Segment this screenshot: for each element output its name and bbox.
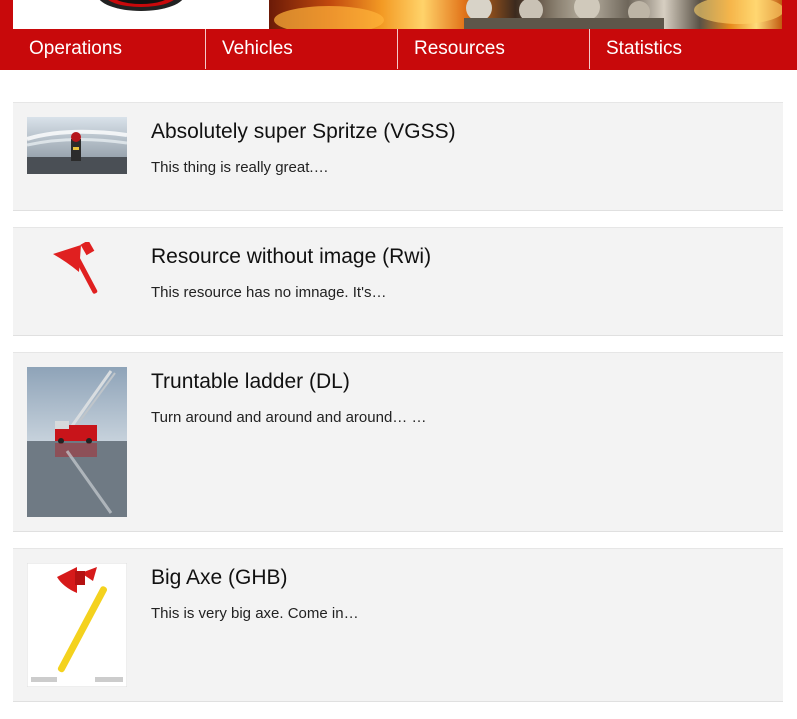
- resource-card[interactable]: Big Axe (GHB) This is very big axe. Come…: [13, 548, 783, 702]
- resource-title[interactable]: Big Axe (GHB): [151, 566, 288, 590]
- resource-title[interactable]: Absolutely super Spritze (VGSS): [151, 120, 456, 144]
- resource-description: Turn around and around and around… …: [151, 409, 427, 426]
- resource-title[interactable]: Resource without image (Rwi): [151, 245, 431, 269]
- resource-description: This resource has no imnage. It's…: [151, 284, 387, 301]
- main-nav: Operations Vehicles Resources Statistics: [13, 29, 782, 69]
- resource-title[interactable]: Truntable ladder (DL): [151, 370, 350, 394]
- resource-card[interactable]: Truntable ladder (DL) Turn around and ar…: [13, 352, 783, 532]
- resource-card[interactable]: Absolutely super Spritze (VGSS) This thi…: [13, 102, 783, 211]
- nav-item-operations[interactable]: Operations: [13, 29, 204, 69]
- resource-thumbnail[interactable]: [27, 563, 127, 687]
- nav-item-statistics[interactable]: Statistics: [590, 29, 781, 69]
- resource-thumbnail[interactable]: [27, 117, 127, 174]
- header-banner-image: [269, 0, 782, 29]
- resource-card[interactable]: Resource without image (Rwi) This resour…: [13, 227, 783, 336]
- site-header: Operations Vehicles Resources Statistics: [0, 0, 797, 70]
- site-logo[interactable]: [13, 0, 269, 29]
- nav-item-resources[interactable]: Resources: [398, 29, 589, 69]
- nav-item-vehicles[interactable]: Vehicles: [206, 29, 397, 69]
- resource-thumbnail[interactable]: [27, 367, 127, 517]
- resource-description: This thing is really great.…: [151, 159, 329, 176]
- resource-description: This is very big axe. Come in…: [151, 605, 359, 622]
- axe-icon[interactable]: [27, 242, 127, 302]
